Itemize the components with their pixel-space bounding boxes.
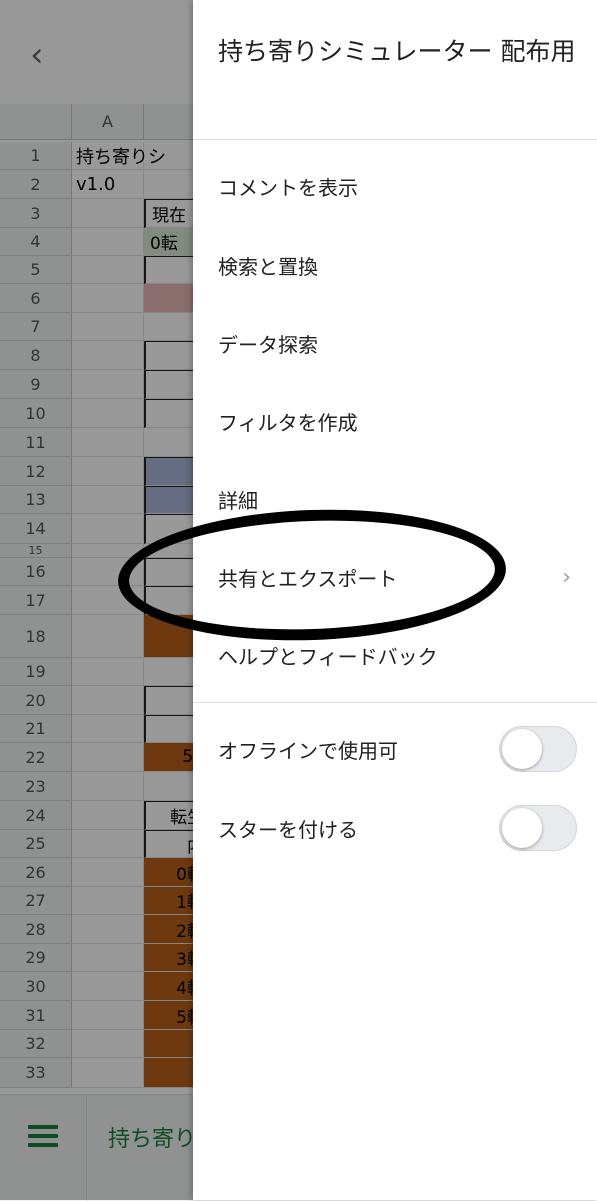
menu-divider bbox=[193, 702, 597, 703]
menu-item-create-filter[interactable]: フィルタを作成 bbox=[218, 401, 578, 441]
document-title: 持ち寄りシミュレーター 配布用 bbox=[218, 37, 576, 66]
toggle-knob bbox=[502, 808, 542, 848]
star-toggle[interactable] bbox=[499, 805, 577, 851]
title-divider bbox=[193, 139, 597, 140]
menu-item-find-replace[interactable]: 検索と置換 bbox=[218, 245, 578, 285]
menu-item-explore[interactable]: データ探索 bbox=[218, 323, 578, 363]
side-drawer: 持ち寄りシミュレーター 配布用 コメントを表示 検索と置換 データ探索 フィルタ… bbox=[193, 0, 597, 1200]
menu-item-details[interactable]: 詳細 bbox=[218, 479, 578, 519]
chevron-right-icon: › bbox=[562, 565, 571, 590]
offline-toggle[interactable] bbox=[499, 726, 577, 772]
menu-item-help-feedback[interactable]: ヘルプとフィードバック bbox=[218, 635, 578, 675]
menu-item-show-comments[interactable]: コメントを表示 bbox=[218, 166, 578, 206]
menu-item-share-export[interactable]: 共有とエクスポート bbox=[218, 557, 578, 597]
toggle-knob bbox=[502, 729, 542, 769]
